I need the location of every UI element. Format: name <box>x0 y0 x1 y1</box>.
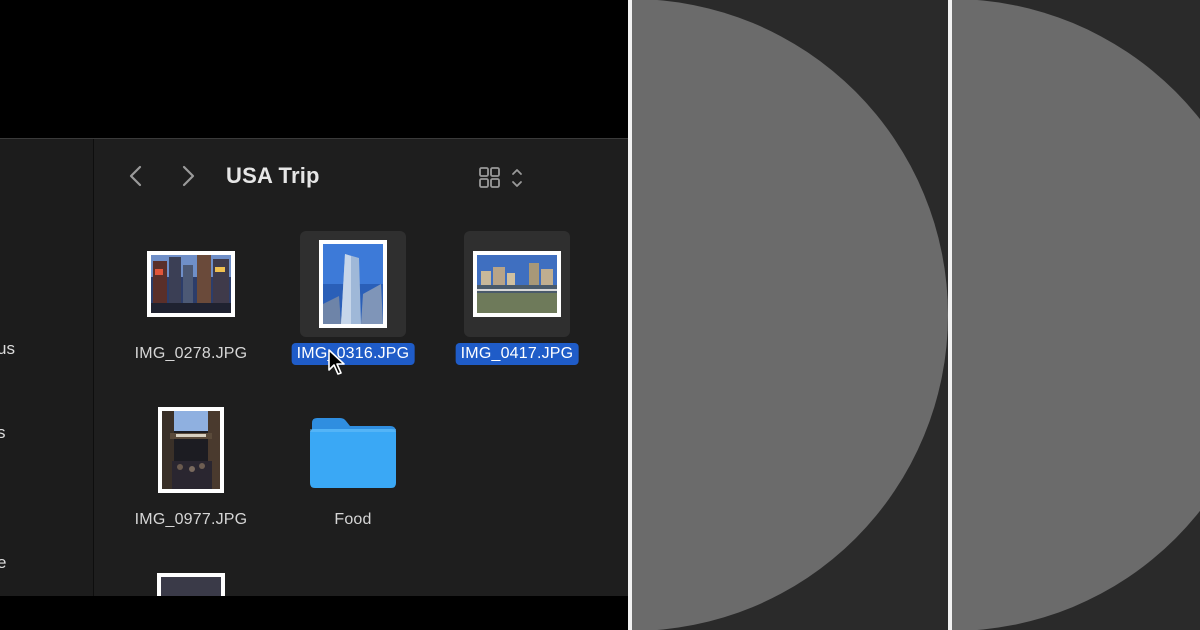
folder-title: USA Trip <box>226 163 320 188</box>
file-name[interactable]: IMG_0278.JPG <box>130 343 253 365</box>
folder-icon <box>310 418 396 488</box>
file-item[interactable]: IMG_0417.JPG <box>447 231 587 381</box>
thumbnail <box>138 397 244 503</box>
thumbnail <box>138 231 244 337</box>
sidebar-item[interactable]: e <box>0 553 6 573</box>
file-item[interactable]: IMG_0278.JPG <box>121 231 261 381</box>
photo-thumbnail <box>319 240 387 328</box>
grid-view-icon[interactable] <box>477 165 533 191</box>
sidebar: us s e <box>0 139 94 596</box>
file-name[interactable]: IMG_0316.JPG <box>291 343 415 365</box>
half-circle-shape <box>632 0 948 630</box>
file-browser: USA Trip IMG_0278.JPG IMG_0316.JPG IMG_0… <box>95 139 630 596</box>
photo-thumbnail <box>157 573 225 596</box>
thumbnail <box>464 231 570 337</box>
file-name[interactable]: IMG_0977.JPG <box>130 509 253 531</box>
photo-thumbnail <box>473 251 561 317</box>
thumbnail <box>300 397 406 503</box>
toolbar: USA Trip <box>95 139 630 215</box>
file-item[interactable]: IMG_0316.JPG <box>283 231 423 381</box>
photo-thumbnail <box>147 251 235 317</box>
file-name[interactable]: IMG_0417.JPG <box>455 343 579 365</box>
sidebar-item[interactable]: us <box>0 339 15 359</box>
thumbnail <box>300 231 406 337</box>
finder-window: us s e USA Trip <box>0 138 630 596</box>
bottom-bar <box>0 596 630 630</box>
folder-name[interactable]: Food <box>329 509 376 531</box>
file-item[interactable]: IMG_0977.JPG <box>121 397 261 547</box>
mouse-cursor-icon <box>328 349 345 375</box>
preview-panel <box>632 0 948 630</box>
chevron-right-icon[interactable] <box>175 163 201 189</box>
file-item[interactable]: Food <box>283 397 423 547</box>
preview-panel <box>952 0 1200 630</box>
sidebar-item[interactable]: s <box>0 423 6 443</box>
photo-thumbnail <box>158 407 224 493</box>
thumbnail <box>138 563 244 596</box>
chevron-left-icon[interactable] <box>123 163 149 189</box>
file-item[interactable] <box>121 563 261 596</box>
half-circle-shape <box>952 0 1200 630</box>
